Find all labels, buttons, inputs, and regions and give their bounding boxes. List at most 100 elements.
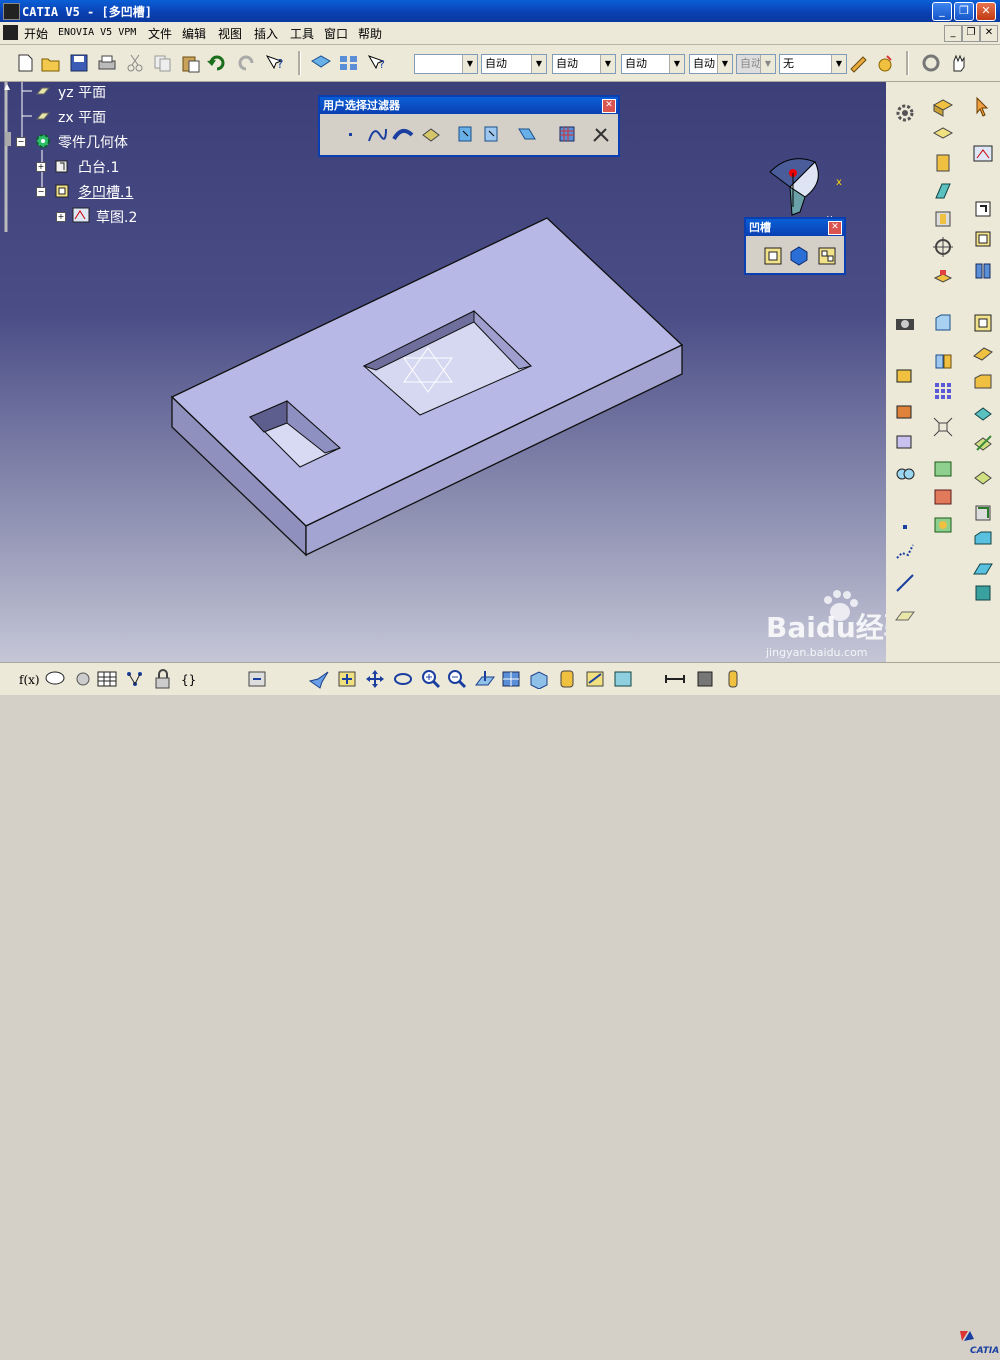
color-combo[interactable]: 自动 ▼ xyxy=(481,54,547,74)
catalog-save-icon[interactable] xyxy=(246,669,268,689)
surface-patch-icon[interactable] xyxy=(972,558,994,580)
catia-app-icon[interactable] xyxy=(3,3,20,20)
swap-space-icon[interactable] xyxy=(612,669,634,689)
line-style-combo[interactable]: 自动 ▼ xyxy=(689,54,733,74)
spline-icon[interactable] xyxy=(894,540,916,562)
panel-header[interactable]: 凹槽 ✕ xyxy=(746,219,844,236)
pad-tool-icon[interactable] xyxy=(932,96,954,118)
chamfer-icon[interactable] xyxy=(932,312,954,334)
design-table-icon[interactable] xyxy=(96,669,118,689)
save-icon[interactable] xyxy=(68,53,90,73)
print-icon[interactable] xyxy=(96,53,118,73)
point-icon[interactable] xyxy=(894,516,916,538)
lights-on-icon[interactable] xyxy=(894,462,916,484)
line-icon[interactable] xyxy=(894,572,916,594)
hide-show-icon[interactable] xyxy=(584,669,606,689)
tools-filter-icon[interactable] xyxy=(590,123,612,145)
select-help-icon[interactable]: ? xyxy=(366,53,388,73)
point-style-combo[interactable]: 自动 ▼ xyxy=(736,54,776,74)
target-icon[interactable] xyxy=(932,236,954,258)
feature-filter-icon[interactable] xyxy=(454,123,476,145)
measure-item-icon[interactable] xyxy=(932,486,954,508)
catalog-icon[interactable] xyxy=(338,53,360,73)
transparency-combo[interactable]: 自动 ▼ xyxy=(552,54,616,74)
apply-material-bottom-icon[interactable] xyxy=(694,669,716,689)
rib-icon[interactable] xyxy=(932,266,954,288)
camera-icon[interactable] xyxy=(894,312,916,334)
line-thickness-combo[interactable]: 自动 ▼ xyxy=(621,54,685,74)
geometry-filter-icon[interactable] xyxy=(480,123,502,145)
tree-icon[interactable] xyxy=(124,669,146,689)
scale-icon[interactable] xyxy=(932,416,954,438)
minimize-button[interactable]: _ xyxy=(932,2,952,21)
fit-all-icon[interactable] xyxy=(336,669,358,689)
split-icon[interactable] xyxy=(972,198,994,220)
cut-icon[interactable] xyxy=(124,53,146,73)
drafted-pocket-icon[interactable] xyxy=(788,245,810,267)
close-icon[interactable]: ✕ xyxy=(602,99,616,113)
menu-tools[interactable]: 工具 xyxy=(290,25,314,42)
scene-icon[interactable] xyxy=(894,400,916,422)
fly-mode-icon[interactable] xyxy=(308,669,330,689)
pocket-icon[interactable] xyxy=(762,245,784,267)
menu-edit[interactable]: 编辑 xyxy=(182,25,206,42)
render-icon[interactable] xyxy=(894,364,916,386)
3d-model[interactable] xyxy=(0,82,886,662)
edge-fillet-icon[interactable] xyxy=(972,502,994,524)
shaft-icon[interactable] xyxy=(932,152,954,174)
hand-icon[interactable] xyxy=(948,53,970,73)
mdi-restore-button[interactable]: ❐ xyxy=(962,25,980,42)
bottle-icon[interactable] xyxy=(722,669,744,689)
sketcher-gear-icon[interactable] xyxy=(894,102,916,124)
thickness-icon[interactable] xyxy=(972,582,994,604)
shell-icon[interactable] xyxy=(972,528,994,550)
copy-icon[interactable] xyxy=(152,53,174,73)
curve-filter-icon[interactable] xyxy=(366,123,388,145)
mdi-minimize-button[interactable]: _ xyxy=(944,25,962,42)
undo-icon[interactable] xyxy=(206,53,228,73)
comment-icon[interactable] xyxy=(44,669,66,689)
open-icon[interactable] xyxy=(40,53,62,73)
hole-icon[interactable] xyxy=(932,208,954,230)
replace-face-icon[interactable] xyxy=(972,466,994,488)
select-arrow-icon[interactable] xyxy=(972,96,994,118)
multi-view-icon[interactable] xyxy=(500,669,522,689)
thick-surface-icon[interactable] xyxy=(972,228,994,250)
remove-face-icon[interactable] xyxy=(972,432,994,454)
apply-material-icon[interactable] xyxy=(874,53,896,73)
boolean-icon[interactable] xyxy=(972,312,994,334)
iso-view-icon[interactable] xyxy=(528,669,550,690)
document-icon[interactable] xyxy=(3,25,18,40)
trap-select-icon[interactable] xyxy=(516,123,538,145)
update-icon[interactable] xyxy=(920,53,942,73)
shading-icon[interactable] xyxy=(556,669,578,689)
pattern-icon[interactable] xyxy=(932,380,954,402)
close-surface-icon[interactable] xyxy=(972,372,994,394)
sew-surface-icon[interactable] xyxy=(972,342,994,364)
volume-filter-icon[interactable] xyxy=(420,123,442,145)
plane-tool-icon[interactable] xyxy=(894,604,916,626)
measure-between-icon[interactable] xyxy=(664,669,686,689)
layer-combo[interactable]: 无 ▼ xyxy=(779,54,847,74)
menu-view[interactable]: 视图 xyxy=(218,25,242,42)
knowledge-icon[interactable] xyxy=(72,669,94,689)
menu-enovia[interactable]: ENOVIA V5 VPM xyxy=(58,27,136,38)
menu-insert[interactable]: 插入 xyxy=(254,25,278,42)
whats-this-icon[interactable]: ? xyxy=(264,53,286,73)
menu-help[interactable]: 帮助 xyxy=(358,25,382,42)
zoom-out-icon[interactable] xyxy=(446,669,468,689)
surface-filter-icon[interactable] xyxy=(392,123,414,145)
compass-widget[interactable]: x y xyxy=(760,147,850,222)
line-type-combo[interactable]: ▼ xyxy=(414,54,478,74)
mirror-icon[interactable] xyxy=(972,260,994,282)
multi-pocket-icon[interactable] xyxy=(816,245,838,267)
menu-file[interactable]: 文件 xyxy=(148,25,172,42)
formula-icon[interactable]: f(x) xyxy=(18,669,40,689)
measure-icon[interactable] xyxy=(932,458,954,480)
point-filter-icon[interactable] xyxy=(340,123,362,145)
pocket-tool-icon[interactable] xyxy=(932,124,954,146)
draft-icon[interactable] xyxy=(932,350,954,372)
mdi-close-button[interactable]: ✕ xyxy=(980,25,998,42)
groove-icon[interactable] xyxy=(932,180,954,202)
reaction-icon[interactable]: {} xyxy=(180,669,202,689)
